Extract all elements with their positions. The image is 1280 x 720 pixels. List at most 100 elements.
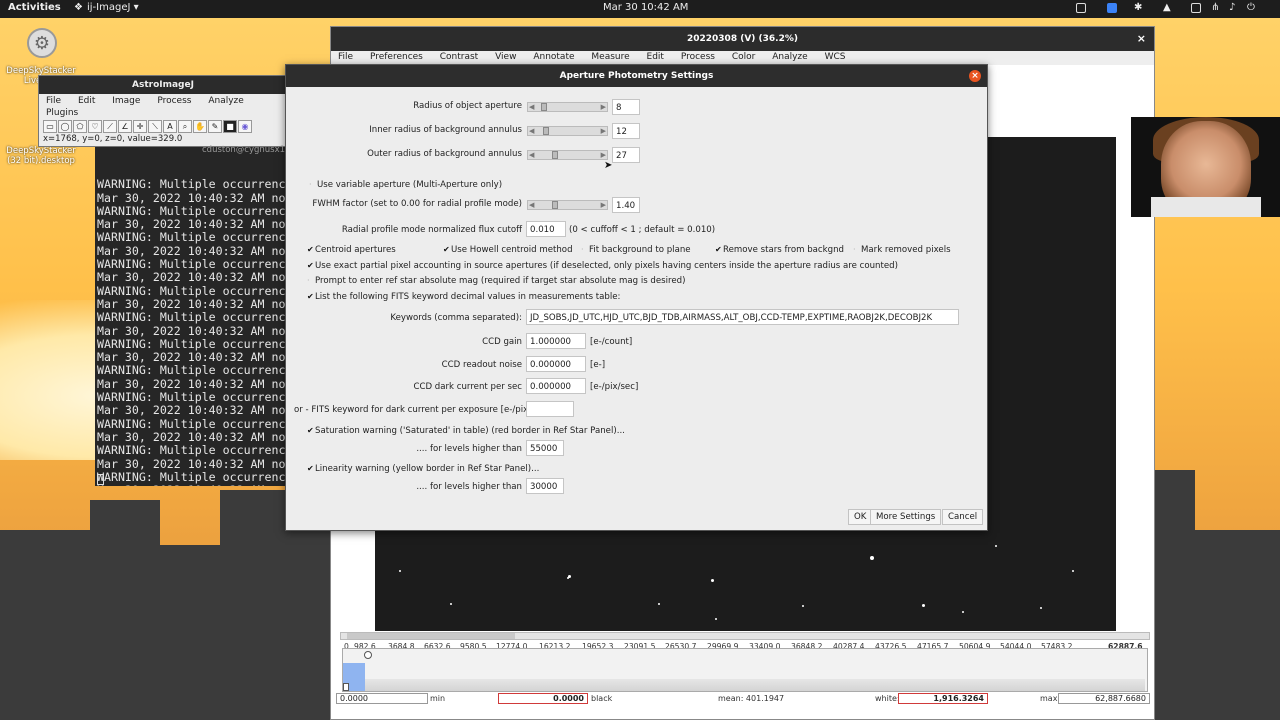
power-icon[interactable]: ⏻ [1247,2,1255,13]
horizontal-scrollbar[interactable] [340,632,1150,640]
exact-partial-checkbox[interactable]: ✔Use exact partial pixel accounting in s… [307,261,898,271]
centroid-checkbox[interactable]: ✔Centroid apertures [307,245,396,255]
dropper-tool-icon[interactable]: ✎ [208,120,222,133]
network-icon[interactable]: ⋔ [1211,2,1219,13]
aij-menu-edit[interactable]: Edit [71,94,102,106]
slider-thumb[interactable] [552,201,558,209]
dark-current-input[interactable]: 0.000000 [526,378,586,394]
aij-menu-plugins[interactable]: Plugins [39,106,85,118]
howell-checkbox[interactable]: ✔Use Howell centroid method [443,245,573,255]
point-tool-icon[interactable]: ✛ [133,120,147,133]
aij-menu-file[interactable]: File [39,94,68,106]
rectangle-tool-icon[interactable]: ▭ [43,120,57,133]
terminal-window[interactable]: WARNING: Multiple occurrence Mar 30, 2022… [95,140,290,486]
ok-button[interactable]: OK [848,509,873,525]
activities-button[interactable]: Activities [8,2,61,13]
linearity-checkbox[interactable]: ✔Linearity warning (yellow border in Ref… [307,464,539,474]
white-field[interactable]: 1,916.3264 [898,693,988,704]
readout-noise-input[interactable]: 0.000000 [526,356,586,372]
image-window-titlebar[interactable]: 20220308 (V) (36.2%) × [331,27,1154,51]
black-slider-handle[interactable] [343,683,349,691]
aij-menu-image[interactable]: Image [105,94,147,106]
menu-annotate[interactable]: Annotate [526,51,581,62]
menu-contrast[interactable]: Contrast [433,51,485,62]
close-icon[interactable]: × [969,70,981,82]
slider-thumb[interactable] [552,151,558,159]
monitor-icon[interactable] [1191,3,1201,13]
zoom-tool-icon[interactable]: ⌕ [178,120,192,133]
menu-preferences[interactable]: Preferences [363,51,430,62]
fwhm-input[interactable]: 1.40 [612,197,640,213]
list-fits-checkbox[interactable]: ✔List the following FITS keyword decimal… [307,292,620,302]
fit-background-checkbox[interactable]: · Fit background to plane [581,245,691,255]
ccd-gain-input[interactable]: 1.000000 [526,333,586,349]
linearity-levels-input[interactable]: 30000 [526,478,564,494]
wand-tool-icon[interactable]: ⟍ [148,120,162,133]
menu-view[interactable]: View [488,51,523,62]
text-tool-icon[interactable]: A [163,120,177,133]
outer-radius-input[interactable]: 27 [612,147,640,163]
radius-input[interactable]: 8 [612,99,640,115]
inner-radius-input[interactable]: 12 [612,123,640,139]
close-icon[interactable]: × [1137,27,1146,51]
left-arrow-icon[interactable]: ◀ [529,103,534,111]
volume-icon[interactable]: ♪ [1229,2,1235,13]
right-arrow-icon[interactable]: ▶ [601,201,606,209]
histogram-panel[interactable] [342,648,1148,692]
app-menu-button[interactable]: ij-ImageJ ▾ [87,2,139,13]
polygon-tool-icon[interactable]: ⬠ [73,120,87,133]
astroimagej-titlebar[interactable]: AstroImageJ [39,76,287,94]
menu-color[interactable]: Color [725,51,763,62]
menu-process[interactable]: Process [674,51,722,62]
right-arrow-icon[interactable]: ▶ [601,127,606,135]
fwhm-slider[interactable]: ◀ ▶ [527,200,608,210]
right-arrow-icon[interactable]: ▶ [601,151,606,159]
line-tool-icon[interactable]: ⟋ [103,120,117,133]
freehand-tool-icon[interactable]: ♡ [88,120,102,133]
color-tool-icon[interactable]: ■ [223,120,237,133]
tray-menu-icon[interactable]: ▲ [1163,2,1171,13]
remove-stars-checkbox[interactable]: ✔Remove stars from backgnd [715,245,844,255]
menu-analyze[interactable]: Analyze [765,51,814,62]
menu-measure[interactable]: Measure [584,51,636,62]
dialog-titlebar[interactable]: Aperture Photometry Settings × [286,65,987,87]
menu-file[interactable]: File [331,51,360,62]
keywords-input[interactable]: JD_SOBS,JD_UTC,HJD_UTC,BJD_TDB,AIRMASS,A… [526,309,959,325]
aperture-tool-icon[interactable]: ◉ [238,120,252,133]
black-field[interactable]: 0.0000 [498,693,588,704]
oval-tool-icon[interactable]: ◯ [58,120,72,133]
more-settings-button[interactable]: More Settings [870,509,942,525]
prompt-ref-checkbox[interactable]: · Prompt to enter ref star absolute mag (… [307,276,685,286]
scrollbar-thumb[interactable] [347,633,515,639]
dropbox-icon[interactable]: ✱ [1134,2,1142,13]
clock[interactable]: Mar 30 10:42 AM [603,2,688,13]
outer-radius-slider[interactable]: ◀ ▶ [527,150,608,160]
radial-cutoff-input[interactable]: 0.010 [526,221,566,237]
saturation-checkbox[interactable]: ✔Saturation warning ('Saturated' in tabl… [307,426,625,436]
left-arrow-icon[interactable]: ◀ [529,127,534,135]
white-slider-handle[interactable] [364,651,372,659]
radius-slider[interactable]: ◀ ▶ [527,102,608,112]
slider-thumb[interactable] [541,103,547,111]
inner-radius-slider[interactable]: ◀ ▶ [527,126,608,136]
left-arrow-icon[interactable]: ◀ [529,201,534,209]
angle-tool-icon[interactable]: ∠ [118,120,132,133]
cancel-button[interactable]: Cancel [942,509,984,525]
hand-tool-icon[interactable]: ✋ [193,120,207,133]
menu-edit[interactable]: Edit [640,51,671,62]
max-field[interactable]: 62,887.6680 [1058,693,1150,704]
aij-menu-process[interactable]: Process [150,94,198,106]
fits-dark-input[interactable] [526,401,574,417]
slider-thumb[interactable] [543,127,549,135]
desktop-icon-dss-live[interactable]: ⚙ [27,28,57,58]
mark-removed-checkbox[interactable]: · Mark removed pixels [853,245,951,255]
aij-menu-analyze[interactable]: Analyze [201,94,250,106]
menu-wcs[interactable]: WCS [818,51,853,62]
saturation-levels-input[interactable]: 55000 [526,440,564,456]
variable-aperture-checkbox[interactable]: · Use variable aperture (Multi-Aperture o… [309,180,502,190]
left-arrow-icon[interactable]: ◀ [529,151,534,159]
screen-icon[interactable] [1076,3,1086,13]
tray-app-icon[interactable] [1107,3,1117,13]
min-field[interactable]: 0.0000 [336,693,428,704]
right-arrow-icon[interactable]: ▶ [601,103,606,111]
